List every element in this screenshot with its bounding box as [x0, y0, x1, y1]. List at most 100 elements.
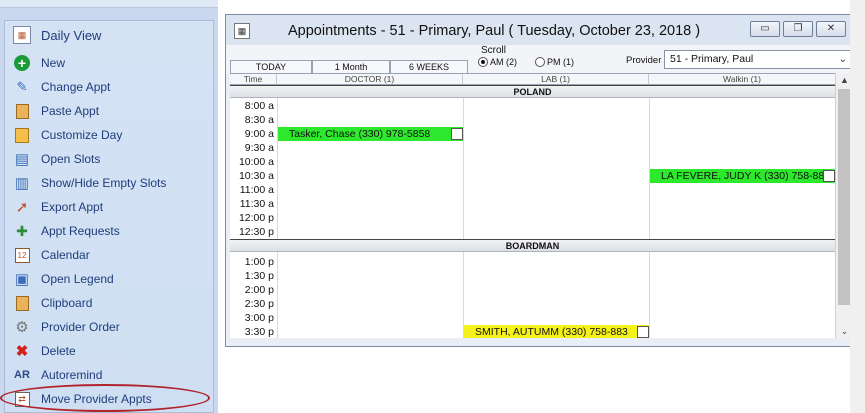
time-slot: 8:30 a	[244, 114, 274, 126]
sidebar-item-label: Appt Requests	[41, 224, 120, 238]
tab-6-weeks[interactable]: 6 WEEKS	[390, 60, 468, 73]
time-slot: 2:00 p	[244, 284, 274, 296]
sidebar-item-change-appt[interactable]: ✎ Change Appt	[5, 75, 213, 99]
time-slot: 11:00 a	[239, 184, 274, 196]
appointment-block[interactable]: LA FEVERE, JUDY K (330) 758-88	[650, 169, 835, 183]
sidebar-item-label: Delete	[41, 344, 76, 358]
time-slot: 8:00 a	[244, 100, 274, 112]
sidebar-item-label: Change Appt	[41, 80, 111, 94]
sidebar-item-label: Export Appt	[41, 200, 104, 214]
appointment-block[interactable]: Tasker, Chase (330) 978-5858	[278, 127, 463, 141]
sidebar-item-open-legend[interactable]: ▣ Open Legend	[5, 267, 213, 291]
sidebar-item-label: Autoremind	[41, 368, 103, 382]
export-icon: ➚	[15, 199, 29, 216]
am-radio-dot	[478, 57, 488, 67]
appointment-checkbox[interactable]	[637, 326, 649, 338]
restore-button[interactable]: ❐	[783, 21, 813, 37]
sidebar-item-customize-day[interactable]: Customize Day	[5, 123, 213, 147]
pm-radio-label: PM (1)	[547, 57, 574, 67]
section-header-boardman: BOARDMAN	[230, 239, 835, 252]
sidebar-header-label: Daily View	[41, 27, 102, 43]
tab-1-month[interactable]: 1 Month	[312, 60, 390, 73]
column-divider	[649, 85, 650, 338]
sidebar-item-export-appt[interactable]: ➚ Export Appt	[5, 195, 213, 219]
time-slot: 3:00 p	[244, 312, 274, 324]
column-divider	[463, 85, 464, 338]
schedule-grid[interactable]: Time DOCTOR (1) LAB (1) Walkin (1) POLAN…	[230, 73, 835, 338]
time-slot: 12:30 p	[238, 226, 274, 238]
time-slot: 1:00 p	[244, 256, 274, 268]
sidebar-item-label: Provider Order	[41, 320, 120, 334]
appointment-checkbox[interactable]	[451, 128, 463, 140]
section-header-poland: POLAND	[230, 85, 835, 98]
sidebar-top-strip	[0, 0, 218, 8]
sidebar-item-label: Open Slots	[41, 152, 101, 166]
chevron-down-icon: ⌄	[838, 54, 847, 65]
tab-today[interactable]: TODAY	[230, 60, 312, 73]
customize-day-icon	[13, 126, 31, 144]
sidebar-item-label: Calendar	[41, 248, 90, 262]
time-slot: 9:00 a	[244, 128, 274, 140]
am-radio-label: AM (2)	[490, 57, 517, 67]
highlight-oval	[0, 384, 210, 412]
delete-icon: ✖	[15, 343, 29, 360]
sidebar-item-calendar[interactable]: 12 Calendar	[5, 243, 213, 267]
clipboard-icon	[13, 294, 31, 312]
sidebar-item-appt-requests[interactable]: ✚ Appt Requests	[5, 219, 213, 243]
sidebar-item-paste-appt[interactable]: Paste Appt	[5, 99, 213, 123]
sidebar-item-clipboard[interactable]: Clipboard	[5, 291, 213, 315]
column-divider	[277, 85, 278, 338]
sidebar-item-new[interactable]: + New	[5, 51, 213, 75]
minimize-button[interactable]: ▭	[750, 21, 780, 37]
appointment-checkbox[interactable]	[823, 170, 835, 182]
gear-icon: ⚙	[15, 319, 29, 336]
show-hide-slots-icon: ▥	[14, 175, 30, 192]
new-icon: +	[13, 54, 31, 72]
appointment-text: Tasker, Chase (330) 978-5858	[289, 128, 431, 140]
pm-radio-dot	[535, 57, 545, 67]
provider-select[interactable]: 51 - Primary, Paul ⌄	[664, 50, 851, 69]
time-slot: 12:00 p	[238, 212, 274, 224]
sidebar-item-label: Show/Hide Empty Slots	[41, 176, 167, 190]
time-slot: 9:30 a	[244, 142, 274, 154]
sidebar-item-delete[interactable]: ✖ Delete	[5, 339, 213, 363]
sidebar-header[interactable]: ▦ Daily View	[5, 21, 213, 49]
calendar-icon: ▦	[234, 23, 250, 39]
time-slot: 11:30 a	[239, 198, 274, 210]
sidebar-item-label: New	[41, 56, 66, 70]
time-slot: 10:30 a	[238, 170, 274, 182]
close-button[interactable]: ✕	[816, 21, 846, 37]
appointments-window: ▦ Appointments - 51 - Primary, Paul ( Tu…	[225, 14, 854, 347]
provider-select-value: 51 - Primary, Paul	[670, 53, 754, 65]
sidebar-panel: ▦ Daily View + New ✎ Change Appt Paste A…	[4, 20, 214, 413]
appointment-text: SMITH, AUTUMM (330) 758-883	[475, 326, 628, 338]
toolbar: TODAY 1 Month 6 WEEKS Scroll AM (2) PM (…	[226, 45, 853, 74]
column-header-doctor: DOCTOR (1)	[277, 74, 463, 85]
time-slot: 10:00 a	[238, 156, 274, 168]
appointment-block[interactable]: SMITH, AUTUMM (330) 758-883	[464, 325, 649, 338]
sidebar-item-provider-order[interactable]: ⚙ Provider Order	[5, 315, 213, 339]
time-slot: 2:30 p	[244, 298, 274, 310]
sidebar-item-show-hide-empty-slots[interactable]: ▥ Show/Hide Empty Slots	[5, 171, 213, 195]
sidebar-item-label: Customize Day	[41, 128, 123, 142]
column-header-time: Time	[230, 74, 277, 85]
open-slots-icon: ▤	[14, 151, 30, 168]
sidebar-item-open-slots[interactable]: ▤ Open Slots	[5, 147, 213, 171]
column-header-walkin: Walkin (1)	[649, 74, 835, 85]
daily-view-icon: ▦	[13, 26, 31, 44]
appt-requests-icon: ✚	[16, 222, 28, 239]
provider-label: Provider	[626, 55, 662, 66]
sidebar: ▦ Daily View + New ✎ Change Appt Paste A…	[0, 0, 218, 413]
appointment-text: LA FEVERE, JUDY K (330) 758-88	[661, 170, 825, 182]
sidebar-item-label: Open Legend	[41, 272, 114, 286]
scroll-label: Scroll	[481, 45, 507, 56]
sidebar-item-label: Clipboard	[41, 296, 93, 310]
time-slot: 3:30 p	[244, 326, 274, 338]
window-titlebar[interactable]: ▦ Appointments - 51 - Primary, Paul ( Tu…	[226, 15, 853, 45]
page-scrollbar[interactable]	[850, 0, 865, 413]
sidebar-item-label: Paste Appt	[41, 104, 100, 118]
am-radio[interactable]: AM (2)	[478, 57, 517, 67]
autoremind-icon: AR	[14, 369, 30, 381]
legend-icon: ▣	[14, 271, 30, 288]
pm-radio[interactable]: PM (1)	[535, 57, 574, 67]
